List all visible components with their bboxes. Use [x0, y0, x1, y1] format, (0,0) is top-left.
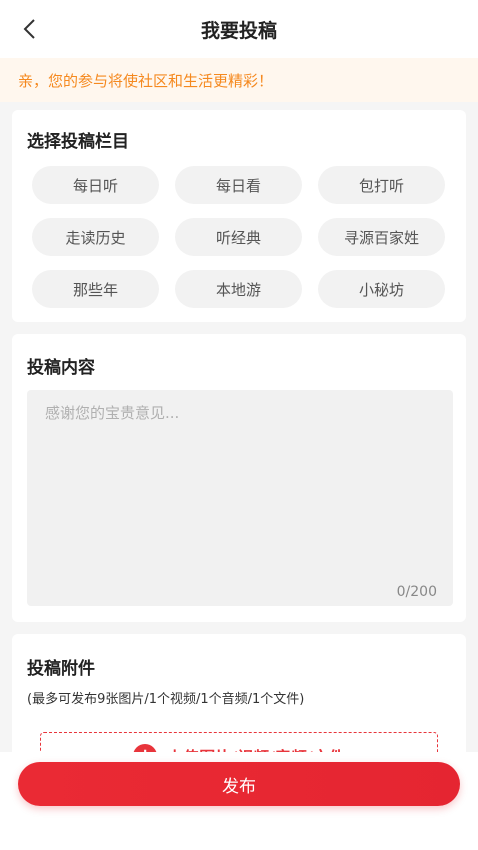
publish-button[interactable]: 发布	[18, 762, 460, 806]
chevron-left-icon	[23, 19, 35, 39]
page-title: 我要投稿	[200, 19, 277, 42]
category-chip[interactable]: 每日听	[32, 166, 159, 204]
category-chip[interactable]: 包打听	[318, 166, 445, 204]
bottom-bar: 发布	[0, 752, 478, 850]
content-textarea[interactable]	[27, 390, 453, 606]
category-chip[interactable]: 那些年	[32, 270, 159, 308]
category-chip[interactable]: 走读历史	[32, 218, 159, 256]
char-counter: 0/200	[396, 584, 437, 600]
category-chip[interactable]: 听经典	[175, 218, 302, 256]
attachment-section-title: 投稿附件	[27, 659, 95, 679]
back-button[interactable]	[14, 14, 44, 44]
header-bar: 我要投稿	[0, 0, 478, 58]
notice-banner: 亲，您的参与将使社区和生活更精彩！	[0, 58, 478, 102]
content-section-title: 投稿内容	[27, 358, 95, 378]
category-chip[interactable]: 小秘坊	[318, 270, 445, 308]
content-input-box: 0/200	[27, 390, 453, 606]
scrollbar[interactable]	[472, 0, 476, 850]
category-grid: 每日听 每日看 包打听 走读历史 听经典 寻源百家姓 那些年 本地游 小秘坊	[32, 166, 446, 308]
category-chip[interactable]: 寻源百家姓	[318, 218, 445, 256]
category-chip[interactable]: 本地游	[175, 270, 302, 308]
category-chip[interactable]: 每日看	[175, 166, 302, 204]
category-section-title: 选择投稿栏目	[27, 132, 129, 152]
category-card: 选择投稿栏目 每日听 每日看 包打听 走读历史 听经典 寻源百家姓 那些年 本地…	[12, 110, 466, 322]
content-card: 投稿内容 0/200	[12, 334, 466, 622]
attachment-hint: (最多可发布9张图片/1个视频/1个音频/1个文件)	[27, 692, 305, 707]
